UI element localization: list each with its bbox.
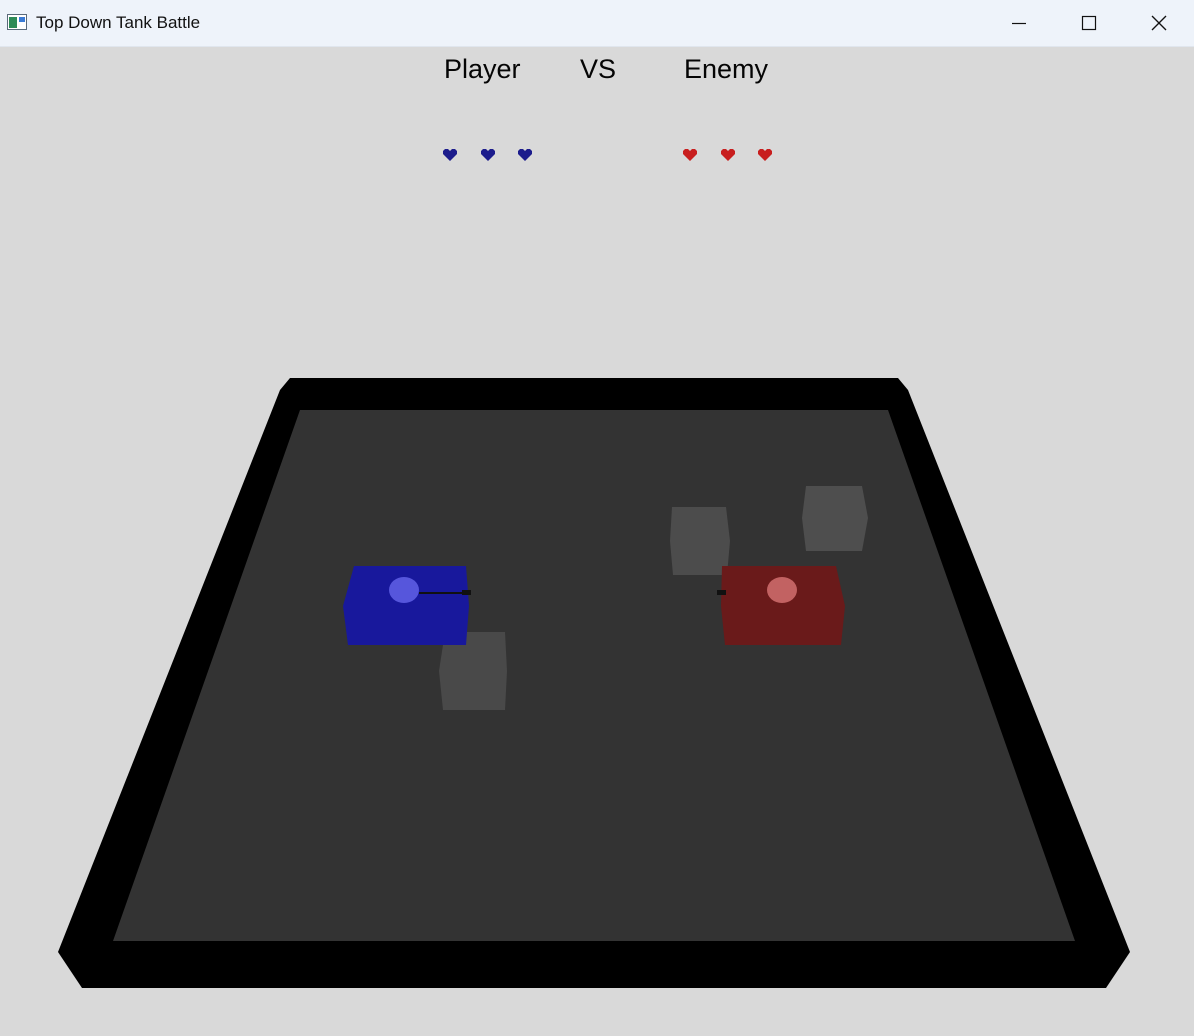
enemy-label: Enemy [684,54,769,84]
heart-icon [758,149,772,161]
heart-icon [518,149,532,161]
heart-icon [720,149,735,161]
player-turret [389,577,419,603]
enemy-barrel [717,590,726,595]
game-window: Top Down Tank Battle Player VS Enemy [0,0,1194,1036]
game-scene[interactable] [0,0,1194,1036]
player-tank [343,566,471,645]
player-barrel [419,592,466,594]
heart-icon [683,149,697,161]
enemy-turret [767,577,797,603]
vs-label: VS [580,54,617,84]
obstacle-block [670,507,730,575]
heart-icon [443,149,457,161]
player-label: Player [444,54,521,84]
obstacle-block [802,486,868,551]
heart-icon [480,149,495,161]
enemy-tank [717,566,845,645]
